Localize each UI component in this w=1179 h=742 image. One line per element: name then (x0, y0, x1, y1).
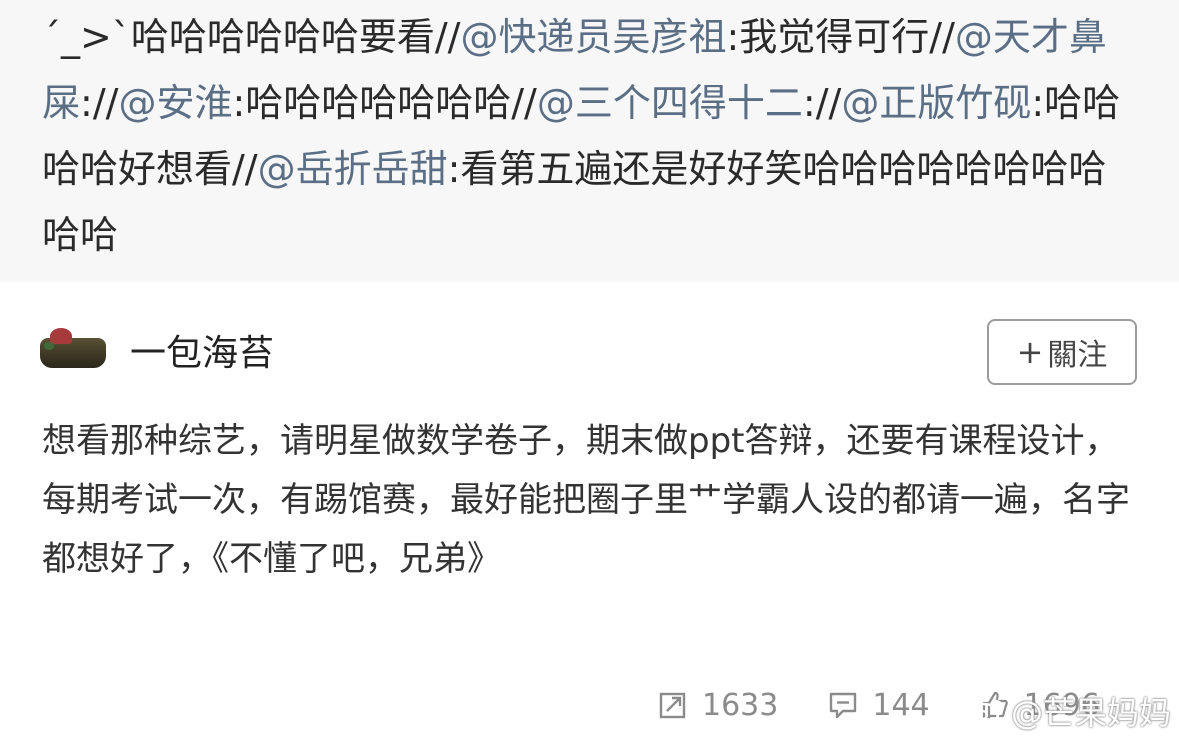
repost-count: 1633 (702, 687, 779, 723)
mention-link[interactable]: @快递员吴彦祖 (460, 15, 726, 59)
comment-button[interactable]: 144 (828, 687, 930, 723)
repost-segment: ´_>`哈哈哈哈哈哈要看// (42, 15, 461, 59)
comment-icon (828, 690, 858, 720)
repost-segment: :// (802, 81, 842, 125)
weibo-logo-icon (967, 695, 1007, 727)
post-body: 想看那种综艺，请明星做数学卷子，期末做ppt答辩，还要有课程设计，每期考试一次，… (42, 421, 1130, 579)
avatar-dot (44, 342, 54, 350)
repost-segment: :哈哈哈哈哈哈哈// (232, 81, 537, 125)
repost-segment: :我觉得可行// (726, 15, 955, 59)
avatar-top (50, 328, 72, 344)
repost-icon (658, 690, 688, 720)
post-card: 一包海苔 + 關注 想看那种综艺，请明星做数学卷子，期末做ppt答辩，还要有课程… (0, 282, 1179, 742)
plus-icon: + (1016, 333, 1044, 371)
repost-text: ´_>`哈哈哈哈哈哈要看//@快递员吴彦祖:我觉得可行//@天才鼻屎://@安淮… (42, 4, 1139, 268)
author-row[interactable]: 一包海苔 (40, 320, 274, 380)
mention-link[interactable]: @三个四得十二 (537, 81, 803, 125)
watermark-text: @芒果妈妈 (1010, 694, 1171, 732)
comment-count: 144 (872, 687, 930, 723)
follow-label: 關注 (1047, 338, 1108, 373)
repost-segment: :// (80, 81, 119, 125)
watermark: @芒果妈妈 (967, 688, 1171, 734)
repost-button[interactable]: 1633 (658, 688, 778, 723)
mention-link[interactable]: @岳折岳甜 (258, 147, 448, 191)
mention-link[interactable]: @正版竹砚 (841, 81, 1031, 125)
avatar[interactable] (40, 328, 108, 372)
follow-button[interactable]: + 關注 (987, 319, 1137, 385)
author-name[interactable]: 一包海苔 (130, 324, 274, 376)
mention-link[interactable]: @安淮 (118, 81, 232, 125)
repost-chain: ´_>`哈哈哈哈哈哈要看//@快递员吴彦祖:我觉得可行//@天才鼻屎://@安淮… (0, 0, 1179, 282)
